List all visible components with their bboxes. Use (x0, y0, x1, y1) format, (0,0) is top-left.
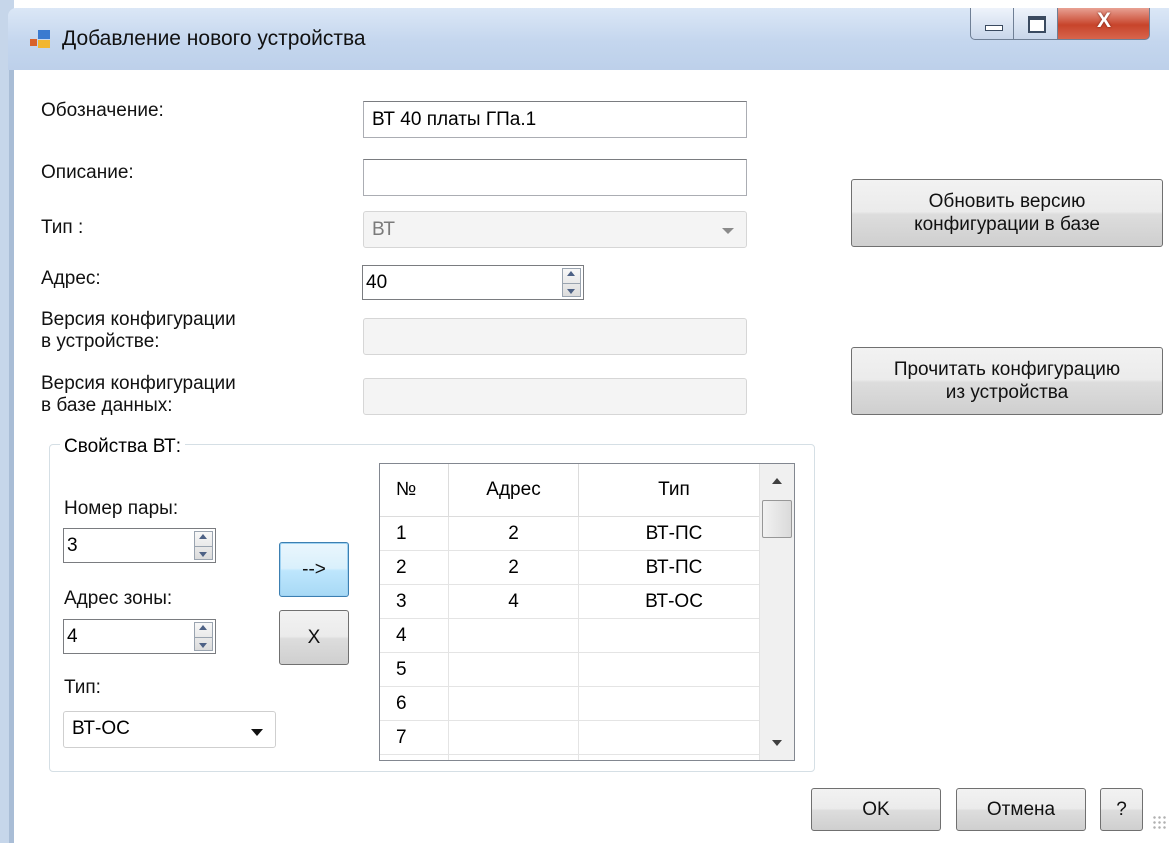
device-config-version-field (363, 318, 747, 355)
column-header-number[interactable]: № (380, 464, 449, 517)
window-left-border (0, 0, 14, 843)
cell-number[interactable]: 1 (380, 516, 449, 551)
grid-vertical-scrollbar[interactable] (759, 464, 794, 760)
device-config-version-label: Версия конфигурации в устройстве: (41, 309, 236, 352)
close-icon: X (1096, 9, 1111, 32)
cell-address[interactable]: 2 (448, 516, 579, 551)
cell-type[interactable] (578, 618, 770, 653)
table-row[interactable]: 7 (380, 720, 770, 755)
ok-button[interactable]: OK (811, 788, 941, 831)
grid-header-row: № Адрес Тип (380, 464, 770, 517)
address-spinner[interactable]: 40 (362, 265, 584, 300)
cell-number[interactable]: 2 (380, 550, 449, 585)
cell-type[interactable]: ВТ-ОС (578, 584, 770, 619)
zone-address-value: 4 (67, 626, 78, 647)
vt-properties-title: Свойства ВТ: (60, 436, 185, 458)
cell-type[interactable] (578, 754, 770, 760)
type-combobox-value: ВТ (372, 219, 396, 240)
read-config-button[interactable]: Прочитать конфигурацию из устройства (851, 347, 1163, 415)
table-row[interactable]: 5 (380, 652, 770, 687)
cell-number[interactable] (380, 754, 449, 760)
type-label: Тип : (41, 217, 84, 238)
db-config-version-field (363, 378, 747, 415)
scrollbar-thumb[interactable] (762, 500, 792, 538)
add-arrow-button[interactable]: --> (279, 542, 349, 597)
address-value: 40 (366, 272, 388, 293)
table-row[interactable]: 4 (380, 618, 770, 653)
zone-address-label: Адрес зоны: (64, 588, 173, 609)
spin-updown-icon[interactable] (194, 531, 213, 560)
chevron-down-icon (251, 729, 263, 736)
description-label: Описание: (41, 162, 134, 183)
cell-type[interactable] (578, 720, 770, 755)
table-row[interactable]: 1 2 ВТ-ПС (380, 516, 770, 551)
cell-number[interactable]: 4 (380, 618, 449, 653)
description-input[interactable] (363, 159, 747, 196)
cell-address[interactable] (448, 618, 579, 653)
cell-address[interactable]: 2 (448, 550, 579, 585)
minimize-button[interactable] (970, 8, 1014, 40)
spin-updown-icon[interactable] (562, 268, 581, 297)
table-row[interactable]: 3 4 ВТ-ОС (380, 584, 770, 619)
designation-label: Обозначение: (41, 100, 164, 121)
app-icon (30, 30, 52, 50)
cell-type[interactable]: ВТ-ПС (578, 550, 770, 585)
cell-type[interactable] (578, 652, 770, 687)
vt-type-combobox[interactable]: ВТ-ОС (63, 711, 276, 748)
cell-address[interactable] (448, 652, 579, 687)
vt-type-value: ВТ-ОС (72, 718, 130, 739)
pair-number-value: 3 (67, 535, 78, 556)
address-label: Адрес: (41, 268, 101, 289)
pair-number-label: Номер пары: (64, 498, 179, 519)
spin-updown-icon[interactable] (194, 622, 213, 651)
cell-address[interactable] (448, 754, 579, 760)
remove-button[interactable]: X (279, 610, 349, 665)
cell-address[interactable] (448, 720, 579, 755)
cell-number[interactable]: 5 (380, 652, 449, 687)
maximize-button[interactable] (1014, 8, 1058, 40)
cell-address[interactable] (448, 686, 579, 721)
zone-address-spinner[interactable]: 4 (63, 619, 216, 654)
column-header-type[interactable]: Тип (578, 464, 770, 517)
cell-number[interactable]: 6 (380, 686, 449, 721)
cancel-button[interactable]: Отмена (956, 788, 1086, 831)
pair-number-spinner[interactable]: 3 (63, 528, 216, 563)
cell-type[interactable] (578, 686, 770, 721)
table-row[interactable]: 6 (380, 686, 770, 721)
scroll-up-icon[interactable] (772, 478, 782, 484)
table-row[interactable]: 2 2 ВТ-ПС (380, 550, 770, 585)
help-button[interactable]: ? (1100, 788, 1143, 831)
db-config-version-label: Версия конфигурации в базе данных: (41, 373, 236, 416)
scroll-down-icon[interactable] (772, 740, 782, 746)
update-config-version-button[interactable]: Обновить версию конфигурации в базе (851, 179, 1163, 247)
cell-address[interactable]: 4 (448, 584, 579, 619)
zones-grid[interactable]: № Адрес Тип 1 2 ВТ-ПС 2 2 ВТ-ПС 3 4 ВТ-ОС 4 5 … (379, 463, 795, 761)
cell-number[interactable]: 3 (380, 584, 449, 619)
table-row[interactable] (380, 754, 770, 760)
cell-type[interactable]: ВТ-ПС (578, 516, 770, 551)
close-button[interactable]: X (1058, 8, 1150, 40)
cell-number[interactable]: 7 (380, 720, 449, 755)
column-header-address[interactable]: Адрес (448, 464, 579, 517)
vt-type-label: Тип: (64, 677, 101, 698)
type-combobox: ВТ (363, 211, 747, 248)
resize-grip-icon[interactable] (1152, 815, 1166, 829)
designation-input[interactable]: ВТ 40 платы ГПа.1 (363, 101, 747, 138)
window-title: Добавление нового устройства (62, 27, 366, 50)
chevron-down-icon (722, 228, 734, 234)
